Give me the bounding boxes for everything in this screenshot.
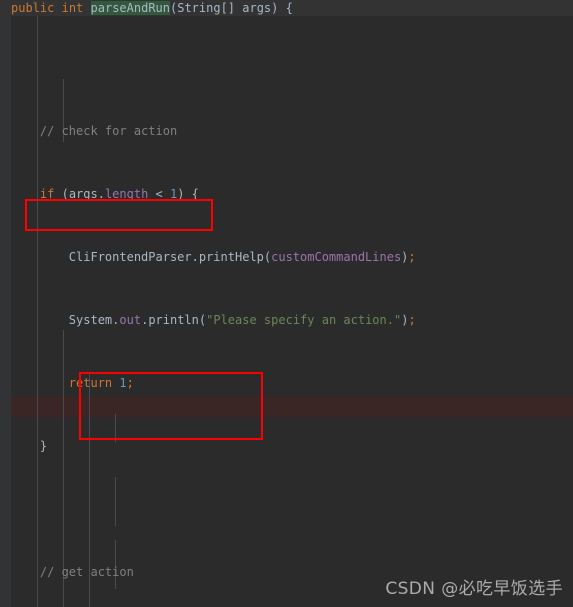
string-please-specify: "Please specify an action." <box>206 313 402 327</box>
code-line: if (args.length < 1) { <box>39 187 199 201</box>
code-editor-screenshot: public int parseAndRun(String[] args) { … <box>0 0 573 607</box>
code-line: return 1; <box>68 376 134 390</box>
code-line: // check for action <box>0 121 573 142</box>
sticky-method-signature-header[interactable]: public int parseAndRun(String[] args) { <box>0 0 573 16</box>
keyword-int: int <box>61 1 84 15</box>
arg-customcommandlines: customCommandLines <box>271 250 402 264</box>
comment-get-action: // get action <box>39 565 134 579</box>
keyword-public: public <box>11 1 55 15</box>
code-line: CliFrontendParser.printHelp(customComman… <box>68 250 416 264</box>
code-line: System.out.println("Please specify an ac… <box>68 313 416 327</box>
method-printhelp: printHelp <box>198 250 264 264</box>
keyword-return: return <box>68 376 113 390</box>
comment-check-for-action: // check for action <box>39 124 178 138</box>
identifier-clifrontendparser: CliFrontendParser <box>68 250 192 264</box>
identifier-system: System <box>68 313 113 327</box>
method-name-parseandrun: parseAndRun <box>90 1 170 15</box>
csdn-watermark: CSDN @必吃早饭选手 <box>385 579 563 599</box>
signature-tail: (String[] args) { <box>170 1 293 15</box>
field-out: out <box>119 313 142 327</box>
keyword-if: if <box>39 187 55 201</box>
method-println: println <box>148 313 199 327</box>
number-one: 1 <box>119 376 127 390</box>
field-length: length <box>104 187 149 201</box>
code-text-layer[interactable]: // check for action if (args.length < 1)… <box>0 16 573 607</box>
code-line: } <box>39 439 48 453</box>
identifier-args: args <box>68 187 98 201</box>
